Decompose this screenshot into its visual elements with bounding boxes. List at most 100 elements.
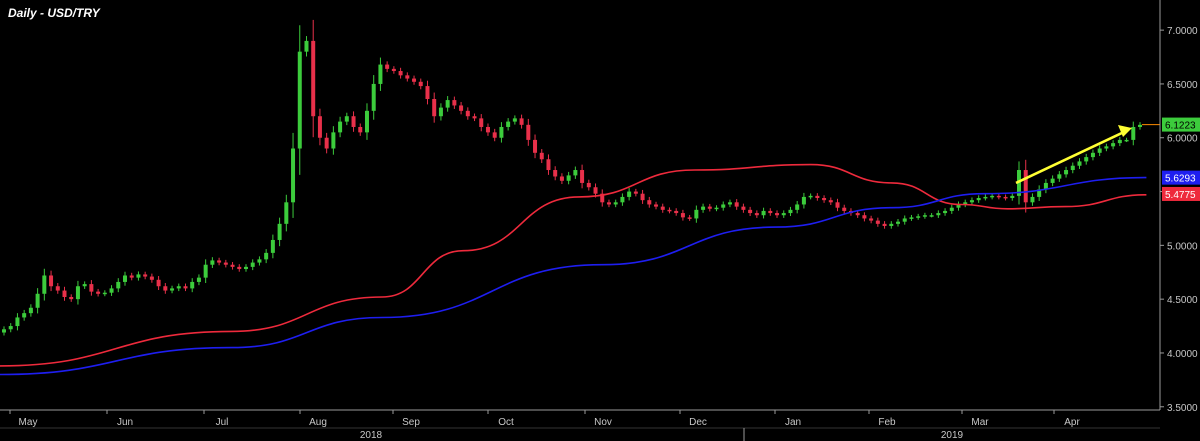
candle-body (586, 182, 591, 188)
candle-body (902, 218, 907, 222)
candle-body (109, 288, 114, 293)
candle-body (667, 209, 672, 212)
candle-body (116, 281, 121, 289)
candle-body (485, 126, 490, 133)
candle-body (943, 210, 948, 214)
candle-body (606, 202, 611, 205)
candle-body (176, 286, 181, 289)
candle-body (593, 187, 598, 194)
candle-body (250, 262, 255, 267)
candle-body (909, 217, 914, 219)
x-tick-label: Feb (878, 417, 896, 428)
candle-body (22, 313, 27, 318)
candle-body (1023, 170, 1028, 203)
candle-body (432, 99, 437, 117)
candle-body (949, 207, 954, 211)
candle-body (768, 210, 773, 214)
candle-body (183, 286, 188, 289)
candle-body (405, 75, 410, 79)
candle-body (707, 206, 712, 209)
candle-body (546, 159, 551, 171)
candle-body (217, 260, 222, 263)
candle-body (889, 223, 894, 226)
candle-body (533, 139, 538, 153)
candle-body (875, 220, 880, 224)
candle-body (223, 262, 228, 265)
candle-body (896, 221, 901, 224)
x-tick-label: Jun (117, 417, 133, 428)
candle-body (1057, 174, 1062, 179)
candle-body (808, 195, 813, 198)
candle-body (1131, 126, 1136, 140)
y-tick-label: 6.5000 (1167, 80, 1198, 91)
candle-body (331, 132, 336, 149)
candle-body (687, 217, 692, 219)
candle-body (291, 148, 296, 203)
candle-body (640, 193, 645, 201)
candle-body (15, 317, 20, 327)
candle-body (1097, 148, 1102, 153)
y-tick-label: 7.0000 (1167, 26, 1198, 37)
candle-body (869, 218, 874, 221)
candle-body (479, 118, 484, 127)
candle-body (2, 329, 6, 333)
candle-body (613, 202, 618, 205)
candle-body (1077, 161, 1082, 166)
candle-body (324, 137, 329, 149)
candle-body (801, 196, 806, 205)
candle-body (916, 216, 921, 218)
candle-body (512, 118, 517, 122)
candle-body (425, 86, 430, 100)
candle-body (660, 206, 665, 210)
candle-body (445, 100, 450, 108)
candle-body (136, 274, 141, 278)
candle-body (277, 223, 282, 240)
candle-body (775, 213, 780, 216)
candle-body (559, 176, 564, 181)
candle-body (257, 259, 262, 263)
candle-body (143, 274, 148, 277)
candle-body (1030, 196, 1035, 203)
x-year-label: 2018 (360, 430, 383, 441)
candle-body (351, 116, 356, 127)
candle-body (754, 213, 759, 216)
candle-body (654, 204, 659, 207)
candle-body (929, 215, 934, 217)
candle-body (129, 275, 134, 278)
candle-body (89, 284, 94, 292)
candle-body (1084, 157, 1089, 162)
candle-body (922, 215, 927, 217)
candle-body (69, 297, 74, 300)
candle-body (398, 71, 403, 76)
candle-body (62, 290, 67, 298)
candle-body (264, 252, 269, 260)
candle-body (519, 118, 524, 125)
candle-body (734, 202, 739, 207)
candle-body (344, 116, 349, 122)
candle-body (82, 284, 87, 287)
candle-body (566, 175, 571, 181)
candle-body (459, 105, 464, 111)
candle-body (8, 326, 13, 330)
candle-body (42, 275, 47, 294)
candle-body (270, 239, 275, 253)
candle-body (741, 206, 746, 210)
candle-body (1117, 139, 1122, 144)
y-tick-label: 3.5000 (1167, 403, 1198, 414)
candle-body (842, 207, 847, 211)
candle-body (156, 279, 161, 287)
candle-body (1111, 143, 1116, 147)
x-tick-label: Apr (1064, 417, 1080, 428)
candle-body (727, 202, 732, 205)
candle-body (835, 202, 840, 208)
candle-body (412, 78, 417, 82)
candle-body (243, 266, 248, 270)
candle-body (976, 198, 981, 201)
candle-body (539, 152, 544, 160)
candle-body (996, 195, 1001, 198)
candle-body (196, 277, 201, 282)
candle-body (573, 170, 578, 176)
candle-body (49, 275, 54, 287)
candle-body (28, 307, 33, 314)
candle-body (418, 81, 423, 87)
